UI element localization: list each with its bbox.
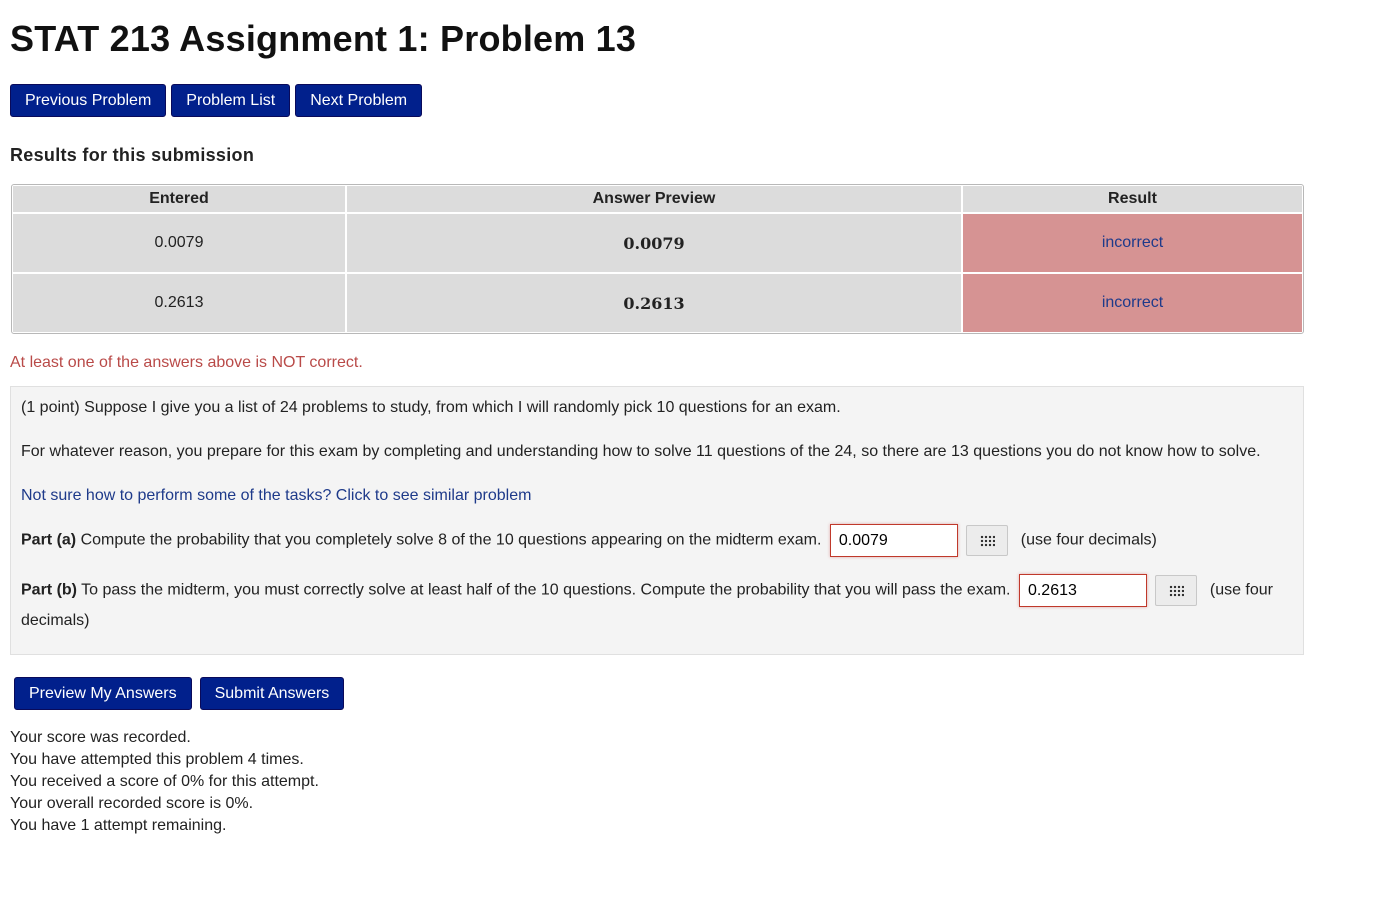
results-heading: Results for this submission	[10, 145, 255, 165]
table-row: 0.0079 0.0079 incorrect	[13, 214, 1302, 272]
next-problem-button[interactable]: Next Problem	[295, 84, 423, 117]
entered-cell: 0.2613	[13, 274, 345, 332]
part-a-hint: (use four decimals)	[1020, 531, 1157, 549]
part-b: Part (b) To pass the midterm, you must c…	[21, 574, 1293, 635]
attempts-count: You have attempted this problem 4 times.	[10, 751, 304, 768]
grid-icon	[1168, 585, 1184, 598]
part-b-equation-editor-button[interactable]	[1155, 575, 1198, 606]
overall-score: Your overall recorded score is 0%.	[10, 795, 254, 812]
results-table: Entered Answer Preview Result 0.0079 0.0…	[11, 184, 1304, 334]
preview-answers-button[interactable]: Preview My Answers	[14, 677, 192, 710]
answer-preview-cell: 0.2613	[347, 274, 961, 332]
problem-intro: (1 point) Suppose I give you a list of 2…	[21, 399, 841, 416]
entered-cell: 0.0079	[13, 214, 345, 272]
similar-problem-link[interactable]: Not sure how to perform some of the task…	[21, 487, 531, 504]
score-summary: Your score was recorded. You have attemp…	[10, 727, 319, 837]
grid-icon	[979, 535, 995, 548]
part-b-question: To pass the midterm, you must correctly …	[77, 581, 1011, 599]
part-a-answer-input[interactable]	[829, 524, 958, 557]
result-cell: incorrect	[963, 274, 1302, 332]
page-title: STAT 213 Assignment 1: Problem 13	[10, 18, 637, 59]
column-header-result: Result	[963, 186, 1302, 212]
part-b-label: Part (b)	[21, 581, 77, 599]
problem-nav: Previous Problem Problem List Next Probl…	[10, 84, 423, 117]
column-header-answer-preview: Answer Preview	[347, 186, 961, 212]
answer-actions: Preview My Answers Submit Answers	[14, 677, 345, 710]
column-header-entered: Entered	[13, 186, 345, 212]
part-a-equation-editor-button[interactable]	[966, 525, 1009, 556]
part-a: Part (a) Compute the probability that yo…	[21, 524, 1293, 557]
table-row: 0.2613 0.2613 incorrect	[13, 274, 1302, 332]
answer-preview-cell: 0.0079	[347, 214, 961, 272]
part-a-question: Compute the probability that you complet…	[76, 531, 822, 549]
previous-problem-button[interactable]: Previous Problem	[10, 84, 167, 117]
problem-detail: For whatever reason, you prepare for thi…	[21, 443, 1261, 460]
part-b-answer-input[interactable]	[1018, 574, 1147, 607]
attempts-remaining: You have 1 attempt remaining.	[10, 817, 227, 834]
incorrect-warning: At least one of the answers above is NOT…	[10, 354, 363, 371]
problem-statement: (1 point) Suppose I give you a list of 2…	[10, 386, 1304, 655]
problem-list-button[interactable]: Problem List	[171, 84, 291, 117]
attempt-score: You received a score of 0% for this atte…	[10, 773, 319, 790]
result-cell: incorrect	[963, 214, 1302, 272]
submit-answers-button[interactable]: Submit Answers	[199, 677, 345, 710]
part-a-label: Part (a)	[21, 531, 77, 549]
score-recorded: Your score was recorded.	[10, 729, 191, 746]
